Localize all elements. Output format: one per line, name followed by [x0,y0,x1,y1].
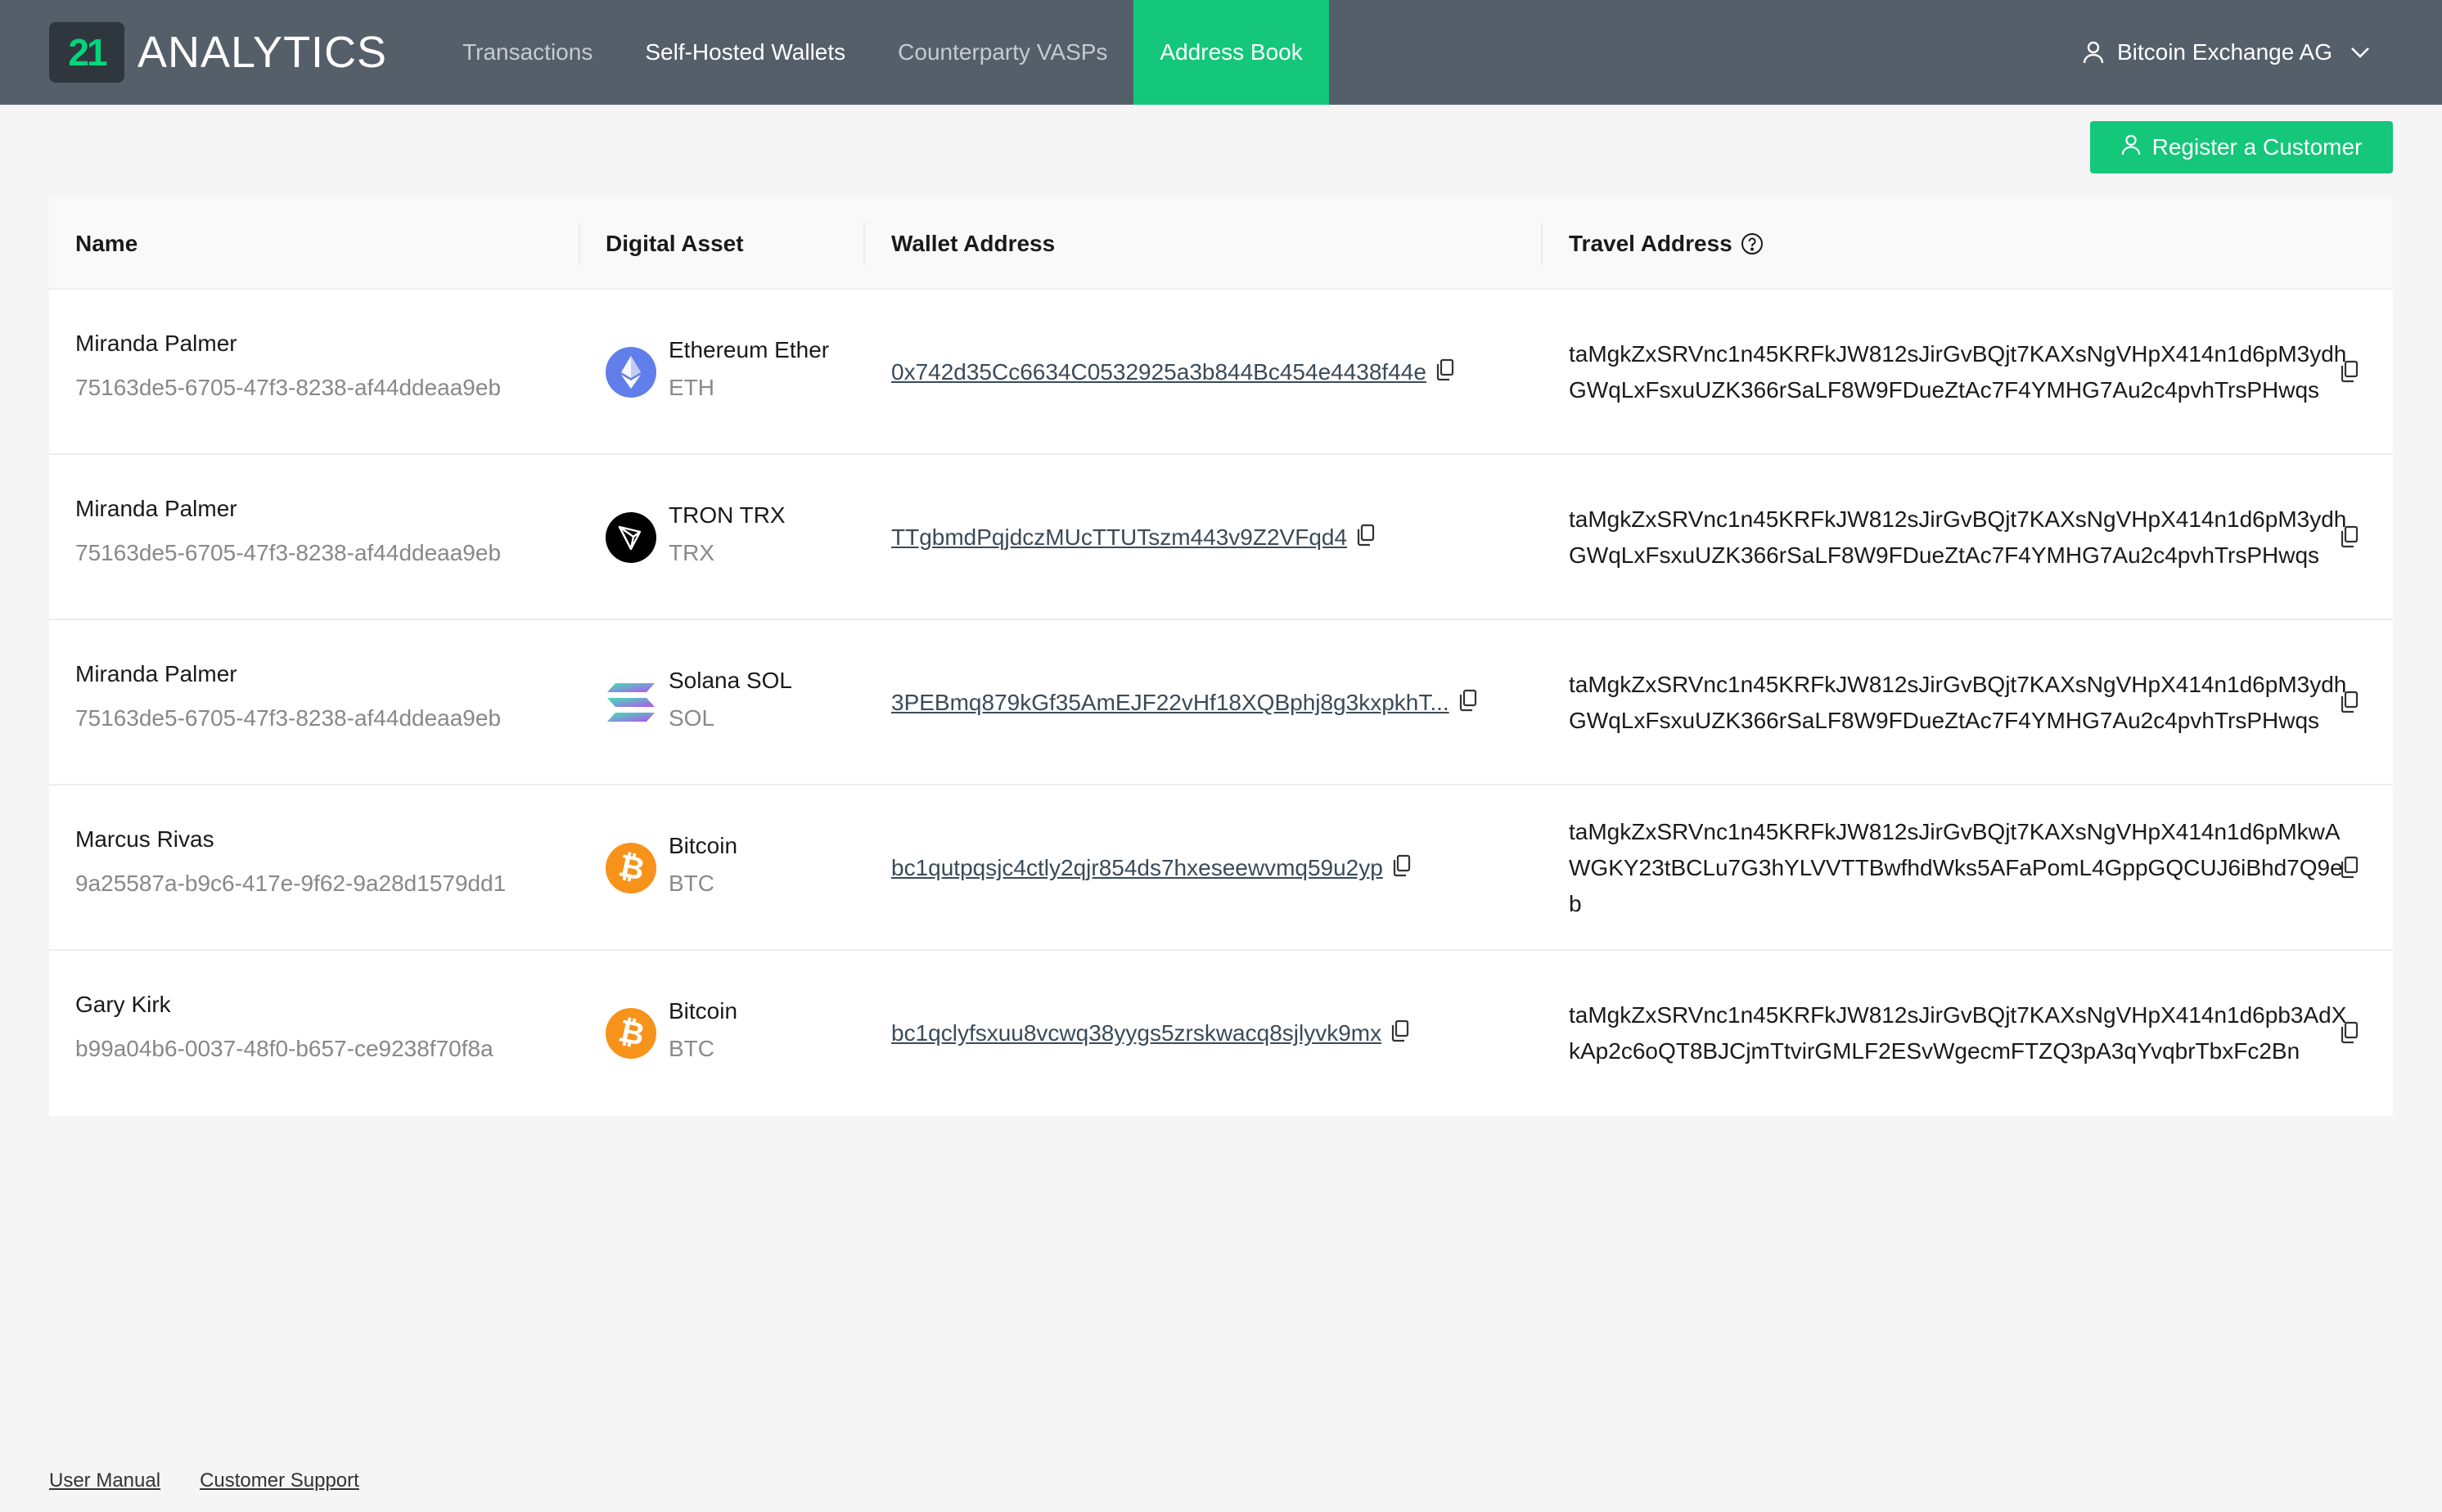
customer-id: 75163de5-6705-47f3-8238-af44ddeaa9eb [75,705,502,731]
copy-icon[interactable] [1357,524,1375,552]
nav-item-address-book[interactable]: Address Book [1133,0,1329,105]
wallet-address-link[interactable]: bc1qutpqsjc4ctly2qjr854ds7hxeseewvmq59u2… [891,855,1383,881]
table-row[interactable]: Miranda Palmer 75163de5-6705-47f3-8238-a… [49,620,2393,785]
header-name[interactable]: Name [75,198,137,290]
customer-name: Marcus Rivas [75,826,214,852]
main-nav: Transactions Self-Hosted Wallets Counter… [436,0,1329,105]
travel-address: taMgkZxSRVnc1n45KRFkJW812sJirGvBQjt7KAXs… [1569,341,2347,403]
copy-icon[interactable] [1393,854,1411,883]
app-logo[interactable]: 21 ANALYTICS [49,0,387,105]
asset-symbol: ETH [669,375,714,400]
bitcoin-icon: ₿ [606,843,656,893]
asset-symbol: BTC [669,1036,714,1061]
table-row[interactable]: Miranda Palmer 75163de5-6705-47f3-8238-a… [49,455,2393,620]
header-divider [579,223,580,265]
copy-icon[interactable] [2341,525,2359,552]
copy-icon[interactable] [2341,360,2359,387]
customer-name: Gary Kirk [75,992,171,1017]
copy-icon[interactable] [1436,358,1454,387]
user-icon [2083,41,2104,64]
customer-support-link[interactable]: Customer Support [200,1469,359,1492]
asset-symbol: BTC [669,871,714,896]
copy-icon[interactable] [1459,689,1477,718]
travel-address: taMgkZxSRVnc1n45KRFkJW812sJirGvBQjt7KAXs… [1569,672,2347,733]
asset-name: Solana SOL [669,668,792,693]
copy-icon[interactable] [2341,1021,2359,1048]
wallet-address-link[interactable]: TTgbmdPqjdczMUcTTUTszm443v9Z2VFqd4 [891,524,1347,551]
top-navigation-bar: 21 ANALYTICS Transactions Self-Hosted Wa… [0,0,2442,105]
nav-item-counterparty-vasps[interactable]: Counterparty VASPs [872,0,1133,105]
table-header: Name Digital Asset Wallet Address Travel… [49,198,2393,290]
table-row[interactable]: Miranda Palmer 75163de5-6705-47f3-8238-a… [49,290,2393,455]
user-manual-link[interactable]: User Manual [49,1469,160,1492]
help-icon[interactable] [1741,232,1764,255]
register-customer-label: Register a Customer [2151,134,2363,160]
customer-name: Miranda Palmer [75,331,237,356]
logo-text: ANALYTICS [137,28,388,77]
address-book-table: Name Digital Asset Wallet Address Travel… [49,198,2393,1116]
asset-name: TRON TRX [669,502,786,528]
tron-icon [606,512,656,563]
account-menu[interactable]: Bitcoin Exchange AG [2083,0,2370,105]
travel-address: taMgkZxSRVnc1n45KRFkJW812sJirGvBQjt7KAXs… [1569,506,2347,568]
copy-icon[interactable] [2341,856,2359,883]
header-divider [1541,223,1543,265]
asset-name: Bitcoin [669,998,738,1024]
table-row[interactable]: Marcus Rivas 9a25587a-b9c6-417e-9f62-9a2… [49,785,2393,951]
header-digital-asset[interactable]: Digital Asset [606,198,744,290]
chevron-down-icon [2350,47,2370,58]
table-row[interactable]: Gary Kirk b99a04b6-0037-48f0-b657-ce9238… [49,951,2393,1116]
copy-icon[interactable] [2341,691,2359,718]
nav-item-self-hosted-wallets[interactable]: Self-Hosted Wallets [619,0,872,105]
ethereum-icon [606,347,656,398]
register-customer-button[interactable]: Register a Customer [2090,121,2393,173]
header-divider [863,223,865,265]
asset-symbol: TRX [669,540,714,565]
copy-icon[interactable] [1391,1019,1409,1048]
bitcoin-icon: ₿ [606,1008,656,1059]
header-wallet-address[interactable]: Wallet Address [891,198,1055,290]
customer-id: 75163de5-6705-47f3-8238-af44ddeaa9eb [75,540,502,565]
footer: User Manual Customer Support [49,1469,399,1492]
wallet-address-link[interactable]: 3PEBmq879kGf35AmEJF22vHf18XQBphj8g3kxpkh… [891,690,1449,716]
customer-name: Miranda Palmer [75,496,237,521]
travel-address-label: Travel Address [1569,231,1732,256]
wallet-address-link[interactable]: 0x742d35Cc6634C0532925a3b844Bc454e4438f4… [891,359,1426,385]
customer-name: Miranda Palmer [75,661,237,686]
asset-symbol: SOL [669,705,715,731]
user-icon [2121,134,2152,161]
solana-icon [606,677,656,728]
asset-name: Bitcoin [669,833,738,858]
logo-badge: 21 [49,22,124,83]
travel-address: taMgkZxSRVnc1n45KRFkJW812sJirGvBQjt7KAXs… [1569,819,2343,916]
customer-id: 75163de5-6705-47f3-8238-af44ddeaa9eb [75,375,502,400]
wallet-address-link[interactable]: bc1qclyfsxuu8vcwq38yygs5zrskwacq8sjlyvk9… [891,1020,1381,1046]
travel-address: taMgkZxSRVnc1n45KRFkJW812sJirGvBQjt7KAXs… [1569,1002,2347,1064]
nav-item-transactions[interactable]: Transactions [436,0,619,105]
asset-name: Ethereum Ether [669,337,830,362]
header-travel-address: Travel Address [1569,198,1764,290]
customer-id: 9a25587a-b9c6-417e-9f62-9a28d1579dd1 [75,871,507,896]
account-name: Bitcoin Exchange AG [2116,39,2332,65]
customer-id: b99a04b6-0037-48f0-b657-ce9238f70f8a [75,1036,493,1061]
